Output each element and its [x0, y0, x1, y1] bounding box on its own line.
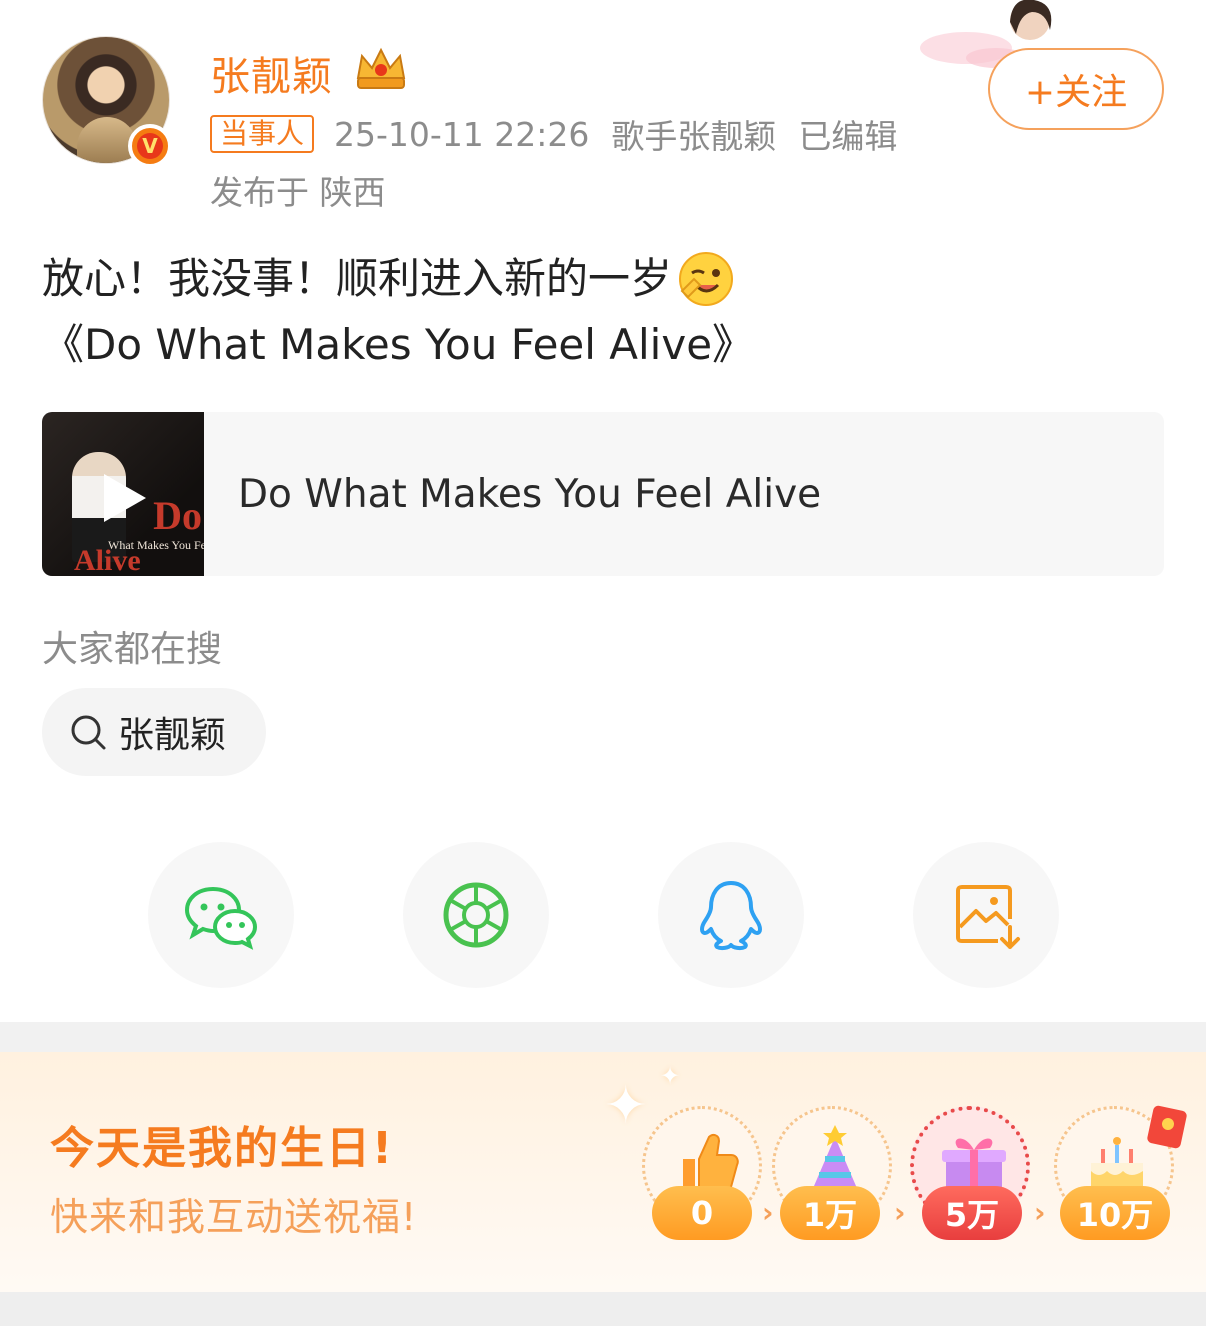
- author-name[interactable]: 张靓颖: [210, 44, 333, 102]
- milestone-label: 5万: [922, 1186, 1022, 1240]
- music-title[interactable]: Do What Makes You Feel Alive: [238, 412, 821, 576]
- sparkle-icon: ✦: [660, 1062, 681, 1090]
- search-suggestion-pill[interactable]: 张靓颖: [42, 688, 266, 776]
- party-tag: 当事人: [210, 115, 315, 153]
- red-envelope-icon[interactable]: [1146, 1104, 1188, 1150]
- moments-icon: [443, 882, 509, 948]
- post-source: 歌手张靓颖: [611, 117, 777, 156]
- wink-emoji-icon: [679, 252, 734, 306]
- share-wechat-button[interactable]: [148, 842, 294, 988]
- sparkle-icon: ✦: [604, 1076, 648, 1136]
- post-header: V 张靓颖 当事人 25-10-11 22:26 歌手张靓颖 已编辑 发布于 陕…: [0, 0, 1206, 220]
- share-moments-button[interactable]: [403, 842, 549, 988]
- hot-search-label: 大家都在搜: [42, 629, 223, 670]
- edited-label[interactable]: 已编辑: [798, 110, 897, 158]
- wechat-icon: [184, 886, 258, 950]
- play-icon[interactable]: [92, 468, 152, 528]
- crown-badge-icon[interactable]: [352, 44, 410, 94]
- save-image-button[interactable]: [913, 842, 1059, 988]
- section-divider: [0, 1022, 1206, 1052]
- milestone-label: 10万: [1060, 1186, 1170, 1240]
- post-text-line: 放心！我没事！顺利进入新的一岁: [42, 254, 673, 303]
- post-location: 发布于 陕西: [210, 173, 386, 212]
- save-image-icon: [956, 885, 1020, 949]
- chevron-right-icon: ›: [1034, 1196, 1046, 1229]
- qq-icon: [700, 881, 762, 951]
- share-qq-button[interactable]: [658, 842, 804, 988]
- post-content: 放心！我没事！顺利进入新的一岁 《Do What Makes You Feel …: [42, 246, 1162, 378]
- birthday-title: 今天是我的生日!: [50, 1123, 395, 1174]
- birthday-subtitle: 快来和我互动送祝福!: [50, 1195, 418, 1239]
- post-song-title: 《Do What Makes You Feel Alive》: [42, 320, 755, 369]
- cover-text-alive: Alive: [74, 544, 141, 576]
- post-timestamp: 25-10-11 22:26: [334, 114, 590, 154]
- chevron-right-icon: ›: [894, 1196, 906, 1229]
- album-cover[interactable]: Do What Makes You Feel Alive: [42, 412, 204, 576]
- follow-button[interactable]: +关注: [988, 48, 1164, 130]
- post-meta: 当事人 25-10-11 22:26 歌手张靓颖 已编辑: [210, 112, 897, 156]
- milestone-label: 1万: [780, 1186, 880, 1240]
- search-suggestion-text: 张靓颖: [118, 715, 227, 756]
- verified-badge-icon: V: [128, 124, 172, 168]
- cover-text-do: Do: [153, 493, 202, 538]
- bottom-divider: [0, 1292, 1206, 1326]
- milestone-label: 0: [652, 1186, 752, 1240]
- search-icon: [71, 715, 106, 750]
- chevron-right-icon: ›: [762, 1196, 774, 1229]
- music-card[interactable]: Do What Makes You Feel Alive Do What Mak…: [42, 412, 1164, 576]
